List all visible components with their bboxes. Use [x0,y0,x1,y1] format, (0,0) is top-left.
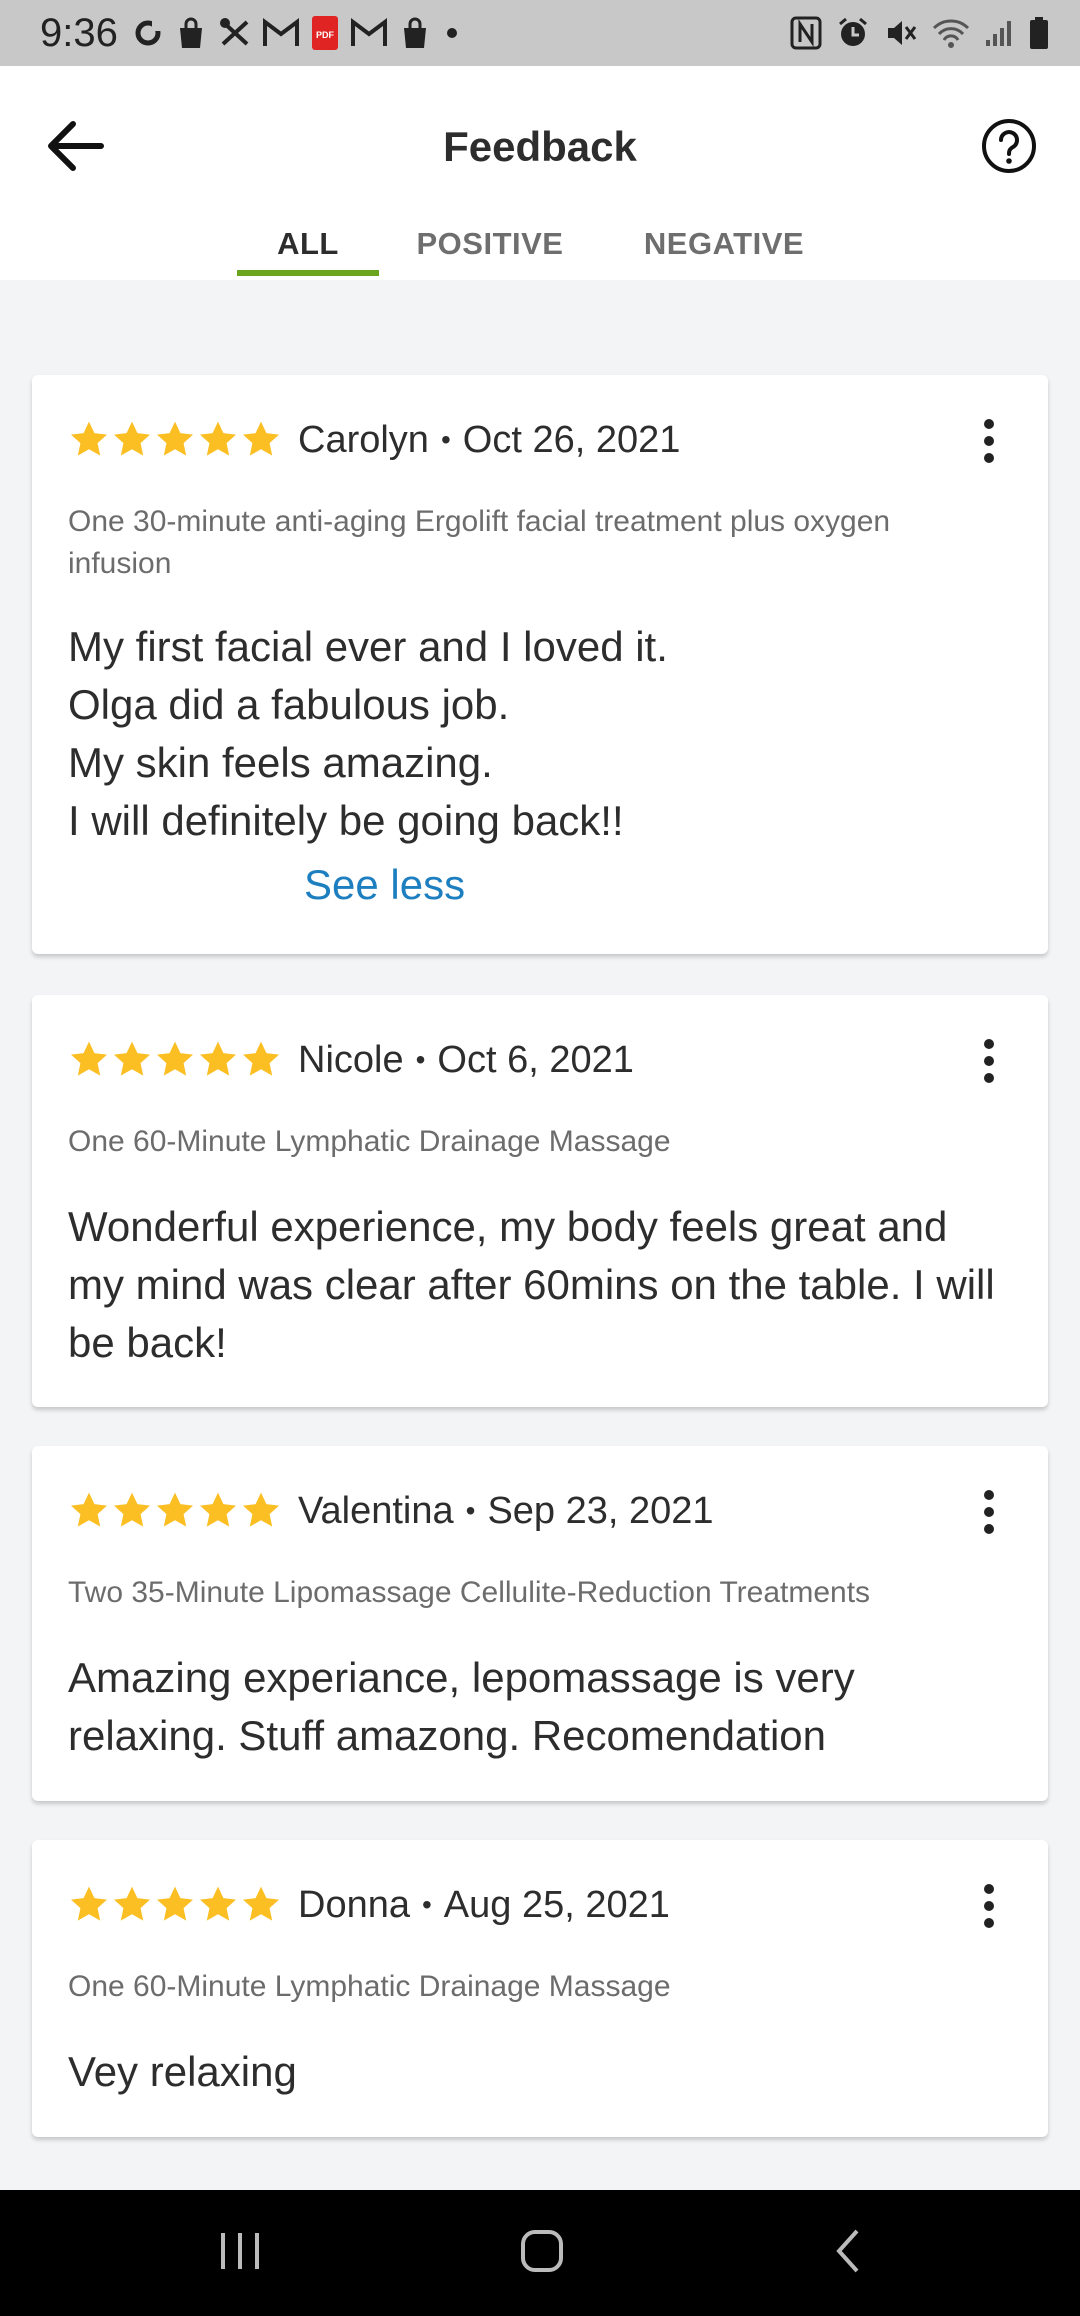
star-icon [111,1490,153,1532]
gmail-icon [350,18,388,48]
star-icon [197,419,239,461]
star-icon [111,1039,153,1081]
active-tab-indicator [237,270,379,276]
reviewer-name: Valentina [298,1489,454,1532]
more-options-button[interactable] [974,1878,1004,1938]
star-icon [240,1490,282,1532]
star-icon [68,1884,110,1926]
review-date: Oct 26, 2021 [462,418,681,461]
app-bar: Feedback ALL POSITIVE NEGATIVE [0,66,1080,280]
more-options-button[interactable] [974,1484,1004,1544]
review-date: Aug 25, 2021 [443,1883,670,1926]
star-icon [154,1490,196,1532]
signal-icon [984,18,1014,48]
separator-dot: • [415,1044,426,1075]
service-name: One 60-Minute Lymphatic Drainage Massage [68,1125,671,1158]
more-vert-icon [983,1489,995,1540]
help-circle-icon [981,118,1037,179]
separator-dot: • [421,1889,432,1920]
star-icon [154,1884,196,1926]
star-rating [68,1039,282,1081]
star-rating [68,1884,282,1926]
star-icon [111,419,153,461]
review-text: Amazing experiance, lepomassage is very … [68,1654,855,1759]
separator-dot: • [440,424,451,455]
star-icon [154,1039,196,1081]
review-header: Donna • Aug 25, 2021 [68,1878,670,1932]
tab-positive[interactable]: POSITIVE [410,226,570,280]
star-icon [68,419,110,461]
review-text: My first facial ever and I loved it. Olg… [68,623,668,844]
home-button[interactable] [462,2190,622,2316]
service-name: One 30-minute anti-aging Ergolift facial… [68,505,891,580]
review-card: Valentina • Sep 23, 2021 Two 35-Minute L… [32,1446,1048,1801]
more-vert-icon [983,418,995,469]
star-rating [68,419,282,461]
pdf-icon: PDF [310,15,340,51]
help-button[interactable] [976,115,1042,181]
review-card: Donna • Aug 25, 2021 One 60-Minute Lymph… [32,1840,1048,2137]
review-date: Sep 23, 2021 [487,1489,714,1532]
star-icon [197,1039,239,1081]
notification-icons: PDF [132,15,462,51]
review-header: Valentina • Sep 23, 2021 [68,1484,714,1538]
back-chevron-icon [833,2228,863,2279]
star-icon [240,419,282,461]
gmail-icon [262,18,300,48]
system-navigation-bar [0,2190,1080,2316]
status-time: 9:36 [40,10,118,55]
more-options-button[interactable] [974,413,1004,473]
reviewer-name: Nicole [298,1038,404,1081]
separator-dot: • [465,1495,476,1526]
more-vert-icon [983,1883,995,1934]
review-card: Nicole • Oct 6, 2021 One 60-Minute Lymph… [32,995,1048,1407]
tools-icon [218,16,252,50]
more-options-button[interactable] [974,1033,1004,1093]
service-name: Two 35-Minute Lipomassage Cellulite-Redu… [68,1576,871,1609]
star-icon [197,1490,239,1532]
star-rating [68,1490,282,1532]
feedback-tabs: ALL POSITIVE NEGATIVE [0,226,1080,280]
see-less-link[interactable]: See less [304,861,465,909]
wifi-icon [932,16,970,50]
shopping-bag-icon [174,16,208,50]
nav-back-button[interactable] [768,2190,928,2316]
star-icon [68,1490,110,1532]
star-icon [240,1884,282,1926]
more-vert-icon [983,1038,995,1089]
tab-negative[interactable]: NEGATIVE [634,226,814,280]
star-icon [111,1884,153,1926]
review-text: Wonderful experience, my body feels grea… [68,1203,995,1366]
review-card: Carolyn • Oct 26, 2021 One 30-minute ant… [32,375,1048,954]
star-icon [154,419,196,461]
review-text: Vey relaxing [68,2048,297,2095]
review-header: Nicole • Oct 6, 2021 [68,1033,634,1087]
recents-icon [217,2231,263,2276]
star-icon [68,1039,110,1081]
home-icon [520,2229,564,2278]
page-title: Feedback [443,123,637,170]
alarm-icon [836,16,870,50]
star-icon [197,1884,239,1926]
recents-button[interactable] [160,2190,320,2316]
reviewer-name: Carolyn [298,418,429,461]
reviewer-name: Donna [298,1883,410,1926]
star-icon [240,1039,282,1081]
dot-icon [442,23,462,43]
svg-text:PDF: PDF [316,30,335,40]
mute-icon [884,16,918,50]
status-bar: 9:36 PDF [0,0,1080,66]
review-header: Carolyn • Oct 26, 2021 [68,413,680,467]
battery-icon [1028,16,1050,50]
system-icons [790,16,1050,50]
sync-icon [132,17,164,49]
service-name: One 60-Minute Lymphatic Drainage Massage [68,1970,671,2003]
shopping-bag-icon [398,16,432,50]
review-date: Oct 6, 2021 [437,1038,634,1081]
nfc-icon [790,16,822,50]
